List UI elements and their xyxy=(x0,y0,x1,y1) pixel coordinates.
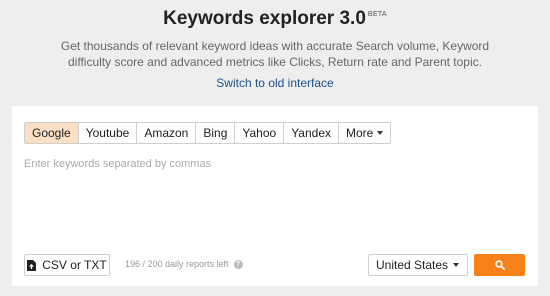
engine-tab-google[interactable]: Google xyxy=(25,123,79,143)
engine-tab-youtube[interactable]: Youtube xyxy=(79,123,138,143)
engine-tab-label: Yandex xyxy=(291,126,331,140)
caret-down-icon xyxy=(377,130,384,135)
engine-tab-label: Bing xyxy=(203,126,228,140)
search-engine-tabs: Google Youtube Amazon Bing Yahoo Yandex … xyxy=(24,122,392,144)
engine-tab-label: Youtube xyxy=(85,126,130,140)
beta-badge: BETA xyxy=(367,11,387,18)
engine-tab-label: Yahoo xyxy=(242,126,277,140)
engine-tab-bing[interactable]: Bing xyxy=(196,123,236,143)
country-select[interactable]: United States xyxy=(368,254,468,276)
engine-tab-label: Amazon xyxy=(144,126,189,140)
page-title: Keywords explorer 3.0 BETA xyxy=(0,8,550,30)
page-subtitle: Get thousands of relevant keyword ideas … xyxy=(60,39,490,69)
title-text: Keywords explorer 3.0 xyxy=(163,8,366,29)
switch-to-old-interface-link[interactable]: Switch to old interface xyxy=(0,76,550,90)
caret-down-icon xyxy=(453,263,459,267)
reports-left-text: 196 / 200 daily reports left xyxy=(125,259,229,269)
search-panel: Google Youtube Amazon Bing Yahoo Yandex … xyxy=(12,106,538,286)
keywords-input[interactable] xyxy=(24,154,524,174)
engine-tab-label: Google xyxy=(32,126,71,140)
engine-tab-yandex[interactable]: Yandex xyxy=(284,123,339,143)
more-engines-dropdown[interactable]: More xyxy=(339,123,390,143)
help-icon[interactable]: ? xyxy=(233,259,243,269)
engine-tab-label: More xyxy=(346,126,374,140)
upload-csv-label: CSV or TXT xyxy=(42,258,107,272)
file-upload-icon xyxy=(27,259,37,271)
country-value: United States xyxy=(376,258,449,272)
search-button[interactable] xyxy=(474,254,525,276)
engine-tab-amazon[interactable]: Amazon xyxy=(137,123,197,143)
upload-csv-button[interactable]: CSV or TXT xyxy=(24,254,110,276)
daily-reports-counter: 196 / 200 daily reports left ? xyxy=(125,259,243,269)
search-icon xyxy=(494,260,505,270)
engine-tab-yahoo[interactable]: Yahoo xyxy=(235,123,285,143)
